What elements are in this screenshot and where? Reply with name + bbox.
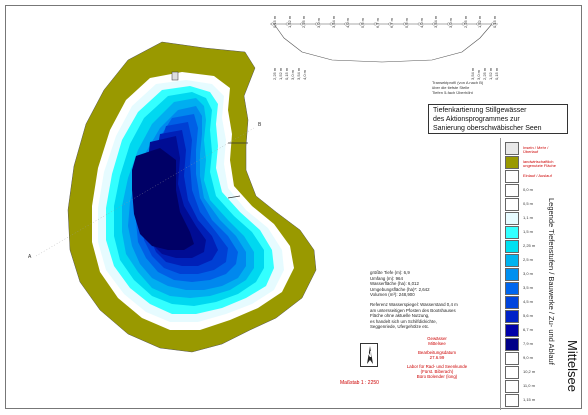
legend-swatch (505, 198, 519, 211)
legend-swatch (505, 366, 519, 379)
legend-swatch (505, 212, 519, 225)
legend-swatch (505, 338, 519, 351)
legend-swatch (505, 380, 519, 393)
north-letter: N (366, 350, 372, 359)
legend-label: 1,15 m (523, 397, 536, 402)
legend-swatch (505, 142, 519, 155)
legend-label: 11,0 m (523, 383, 535, 388)
boat-house (171, 71, 179, 81)
legend-swatch (505, 324, 519, 337)
north-arrow: N (360, 343, 378, 367)
info-block: Gewässer Mittelsee Bearbeitungsdatum 27.… (402, 336, 472, 380)
label-a: A (28, 254, 32, 260)
scale-text: Maßstab 1 : 2250 (340, 380, 379, 386)
label-b: B (258, 122, 262, 128)
legend-swatch (505, 156, 519, 169)
legend-label: Inseln / Mehr / Überlauf (523, 145, 549, 154)
legend-swatch (505, 184, 519, 197)
stats-block: größte Tiefe (m): 6,9 Umfang (m): 964 Wa… (370, 270, 495, 330)
legend-label: 0,0 m (523, 187, 534, 192)
legend: Inseln / Mehr / Überlauf landwirtschaftli… (500, 138, 567, 410)
legend-label: landwirtschaftlich ungenutzte Fläche (523, 159, 556, 168)
legend-title: Legende Tiefenstufen / Bauwerke / Zu- un… (547, 198, 556, 365)
lake-name-vertical: Mittelsee (565, 340, 580, 393)
legend-label: 10,2 m (523, 369, 536, 374)
legend-swatch (505, 170, 519, 183)
legend-swatch (505, 394, 519, 407)
legend-swatch (505, 310, 519, 323)
legend-swatch (505, 268, 519, 281)
legend-label: Einlauf / Auslauf (523, 173, 552, 178)
stats-note5: Seggenriede, Ufergehölze etc. (370, 324, 430, 330)
map-sheet: 0,15 m 1,52 m 2,25 m 3,0 m 3,54 m 4,0 m 5,6 m6… (0, 0, 588, 415)
legend-swatch (505, 296, 519, 309)
legend-swatch (505, 352, 519, 365)
legend-swatch (505, 240, 519, 253)
legend-swatch (505, 282, 519, 295)
labor-line3: Büro Bolender (long) (416, 374, 458, 380)
legend-swatch (505, 226, 519, 239)
legend-swatch (505, 254, 519, 267)
